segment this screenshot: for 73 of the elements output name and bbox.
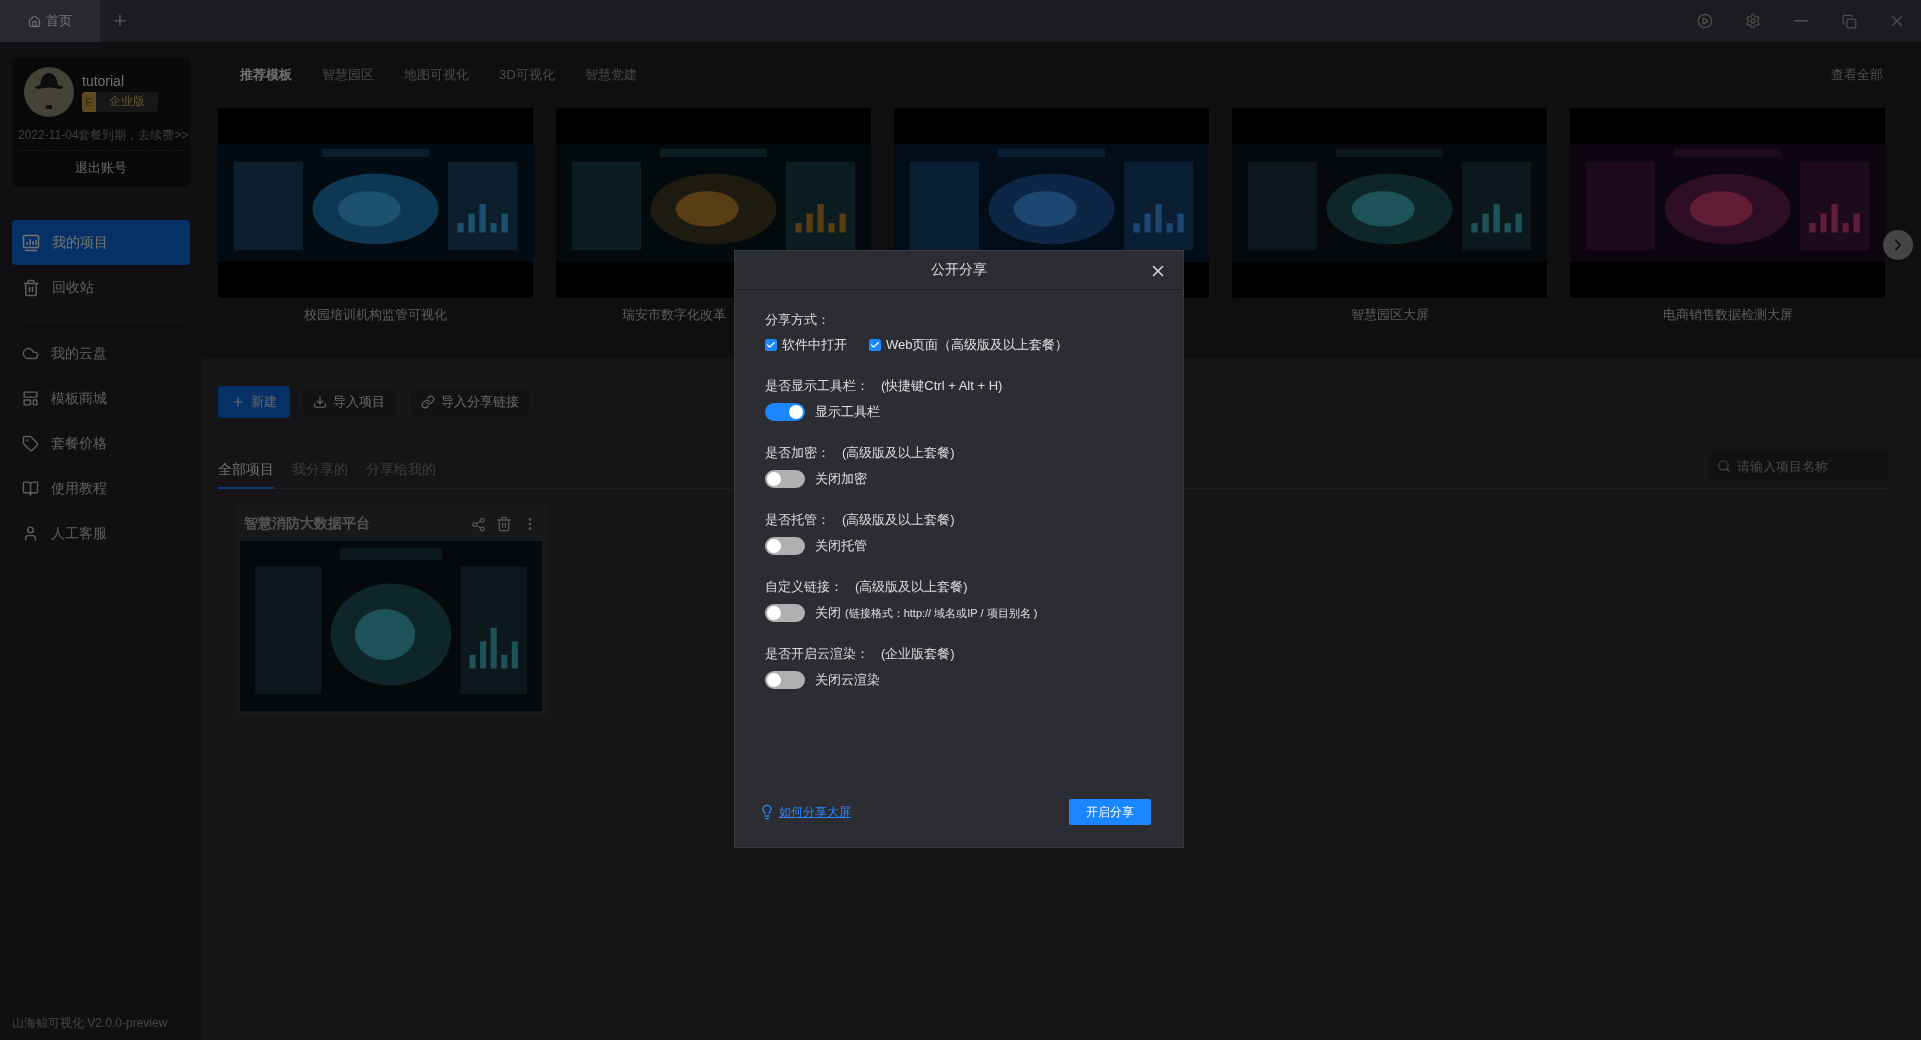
- download-icon: [313, 395, 327, 409]
- trash-icon: [496, 516, 512, 532]
- sidebar-item[interactable]: 人工客服: [12, 511, 190, 556]
- checkbox[interactable]: [765, 339, 777, 351]
- toggle-label: 显示工具栏: [815, 403, 880, 421]
- project-title: 智慧消防大数据平台: [244, 515, 370, 533]
- template-icon: [22, 390, 39, 407]
- sidebar-item[interactable]: 回收站: [12, 265, 190, 310]
- share-button[interactable]: [471, 516, 486, 532]
- sidebar-item[interactable]: 我的项目: [12, 220, 190, 265]
- sidebar-item[interactable]: 使用教程: [12, 466, 190, 511]
- template-title: 电商销售数据检测大屏: [1662, 306, 1793, 324]
- toggle-label: 关闭云渲染: [815, 671, 880, 689]
- section-label: 自定义链接：: [765, 578, 843, 596]
- chart-icon: [22, 233, 40, 252]
- toggle-label: 关闭加密: [815, 470, 867, 488]
- home-tab[interactable]: 首页: [0, 0, 100, 42]
- toggle-switch[interactable]: [765, 403, 805, 421]
- plan-note: (快捷键Ctrl + Alt + H): [881, 377, 1003, 395]
- toggle-switch[interactable]: [765, 671, 805, 689]
- sidebar-item[interactable]: 模板商城: [12, 376, 190, 421]
- section-label: 是否托管：: [765, 511, 830, 529]
- section-label: 是否开启云渲染：: [765, 645, 869, 663]
- plan-note: (高级版及以上套餐): [842, 511, 955, 529]
- sidebar-item[interactable]: 我的云盘: [12, 331, 190, 376]
- new-button[interactable]: 新建: [218, 386, 290, 418]
- start-share-button[interactable]: 开启分享: [1069, 799, 1151, 825]
- toggle-label: 关闭托管: [815, 537, 867, 555]
- template-title: 校园培训机构监管可视化: [304, 306, 447, 324]
- plus-icon: [231, 395, 245, 409]
- view-all-link[interactable]: 查看全部: [1825, 65, 1889, 85]
- template-title: 瑞安市数字化改革: [622, 306, 726, 324]
- logout-button[interactable]: 退出账号: [18, 151, 184, 187]
- checkbox-label: 软件中打开: [782, 336, 847, 354]
- new-tab-button[interactable]: +: [100, 0, 140, 42]
- play-icon: [1697, 13, 1713, 29]
- cloud-icon: [22, 345, 39, 362]
- section-label: 分享方式：: [765, 311, 830, 329]
- link-format-hint: (链接格式：http:// 域名或IP / 项目别名 ): [845, 605, 1038, 621]
- avatar-icon: [24, 67, 74, 117]
- template-title: 智慧园区大屏: [1350, 306, 1429, 324]
- help-link[interactable]: 如何分享大屏: [779, 803, 851, 821]
- next-button[interactable]: [1883, 230, 1913, 260]
- category-tab[interactable]: 推荐模板: [240, 66, 292, 84]
- plan-name: 企业版: [108, 93, 146, 110]
- toggle-switch[interactable]: [765, 470, 805, 488]
- delete-button[interactable]: [496, 516, 512, 532]
- plan-note: (高级版及以上套餐): [842, 444, 955, 462]
- home-icon: [28, 14, 41, 28]
- restore-icon: [1841, 13, 1857, 29]
- user-icon: [22, 525, 39, 542]
- book-icon: [22, 480, 39, 497]
- checkbox[interactable]: [869, 339, 881, 351]
- plan-note: (高级版及以上套餐): [855, 578, 968, 596]
- plan-note: (企业版套餐): [881, 645, 955, 663]
- share-icon: [471, 516, 486, 532]
- toggle-switch[interactable]: [765, 537, 805, 555]
- search-icon: [1717, 459, 1731, 473]
- section-label: 是否显示工具栏：: [765, 377, 869, 395]
- settings-icon: [1745, 13, 1761, 29]
- project-tab[interactable]: 全部项目: [218, 461, 274, 489]
- checkbox-label: Web页面（高级版及以上套餐）: [886, 336, 1069, 354]
- tag-icon: [22, 435, 39, 452]
- link-icon: [421, 395, 435, 409]
- user-name: tutorial: [82, 72, 126, 89]
- minimize-icon: [1794, 20, 1808, 22]
- lightbulb-icon: [759, 804, 775, 820]
- toggle-switch[interactable]: [765, 604, 805, 622]
- sidebar-item[interactable]: 套餐价格: [12, 421, 190, 466]
- section-label: 是否加密：: [765, 444, 830, 462]
- trash-icon: [22, 278, 40, 297]
- dialog-title: 公开分享: [931, 261, 987, 279]
- toggle-label: 关闭: [815, 604, 841, 622]
